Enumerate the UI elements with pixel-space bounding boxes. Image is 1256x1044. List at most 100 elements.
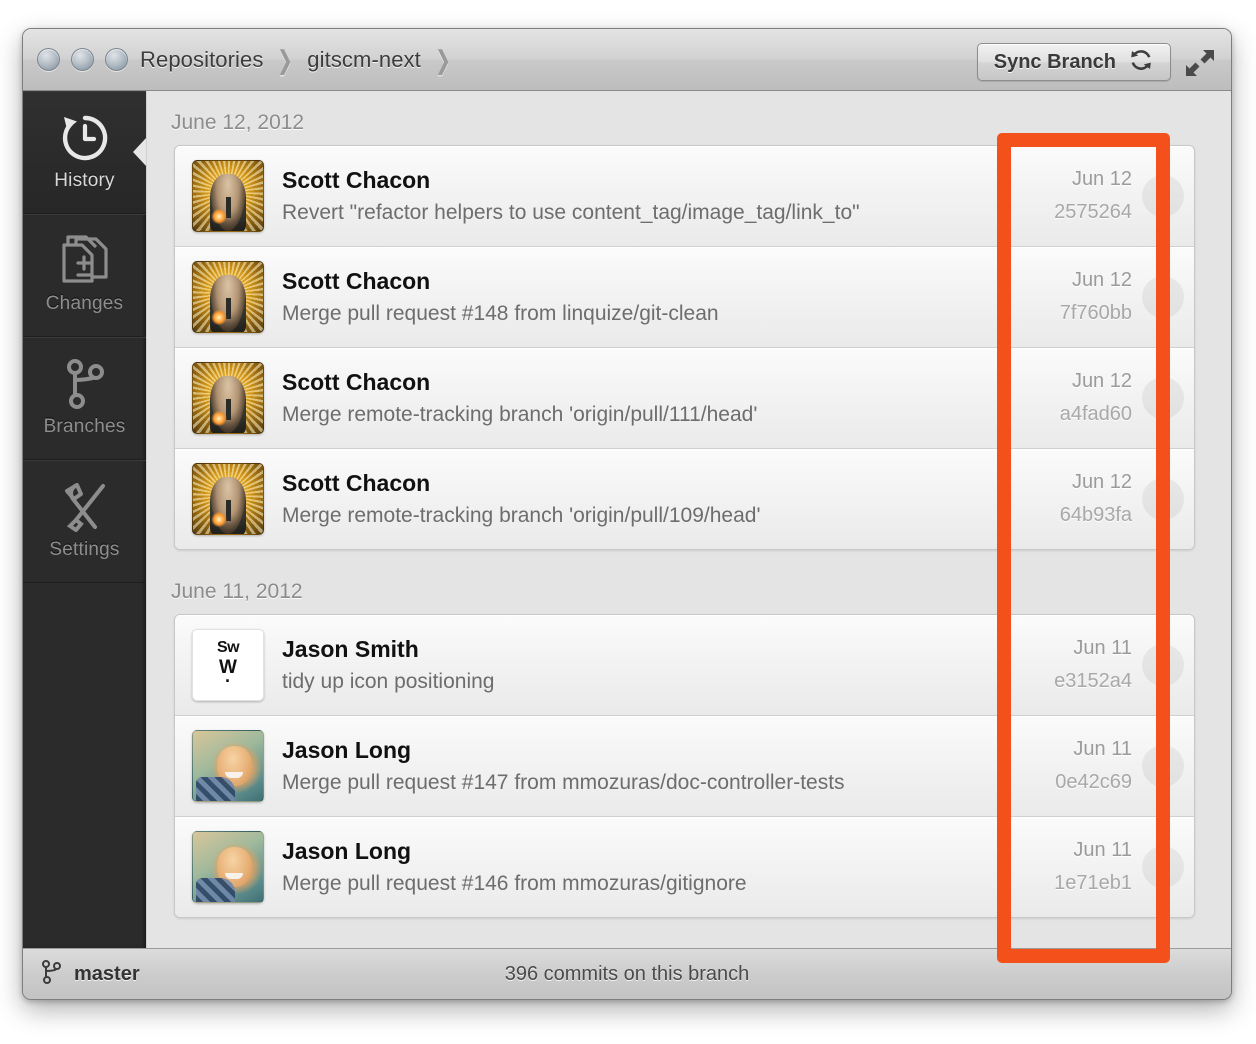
sidebar-item-settings-label: Settings	[49, 538, 120, 560]
commit-action-badge[interactable]	[1142, 644, 1184, 686]
commit-row[interactable]: Scott Chacon Revert "refactor helpers to…	[175, 146, 1194, 247]
sidebar-item-history[interactable]: History	[23, 91, 147, 214]
commit-history-list[interactable]: June 12, 2012 Scott Chacon Revert "refac…	[146, 91, 1231, 948]
commit-meta: Jun 12 7f760bb	[1060, 247, 1132, 347]
sidebar-item-settings[interactable]: Settings	[23, 460, 146, 583]
commit-row[interactable]: Scott Chacon Merge remote-tracking branc…	[175, 348, 1194, 449]
chevron-right-icon-2: ❯	[434, 44, 451, 75]
commit-meta: Jun 11 0e42c69	[1055, 716, 1132, 816]
scott-chacon-avatar	[192, 261, 264, 333]
commit-sha: 1e71eb1	[1054, 872, 1132, 894]
dash-icon	[1157, 762, 1169, 770]
commit-sha: 2575264	[1054, 201, 1132, 223]
scott-chacon-avatar	[192, 463, 264, 535]
commit-meta: Jun 11 e3152a4	[1054, 615, 1132, 715]
history-clock-icon	[58, 113, 112, 163]
jason-long-avatar	[192, 831, 264, 903]
avatar-initials-line1: Sw	[216, 639, 240, 656]
commit-text: Scott Chacon Merge remote-tracking branc…	[282, 369, 1194, 427]
commit-action-badge[interactable]	[1142, 745, 1184, 787]
file-plus-minus-icon	[60, 234, 110, 286]
commit-author: Scott Chacon	[282, 268, 431, 294]
commit-text: Scott Chacon Merge pull request #148 fro…	[282, 268, 1194, 326]
commit-action-badge[interactable]	[1142, 478, 1184, 520]
dash-icon	[1157, 293, 1169, 301]
commit-row[interactable]: Jason Long Merge pull request #147 from …	[175, 716, 1194, 817]
commit-author: Scott Chacon	[282, 470, 431, 496]
commit-sha: a4fad60	[1059, 403, 1132, 425]
commit-row[interactable]: Jason Long Merge pull request #146 from …	[175, 817, 1194, 917]
sidebar-item-branches[interactable]: Branches	[23, 337, 146, 460]
title-bar: Repositories ❯ gitscm-next ❯ Sync Branch	[23, 29, 1231, 91]
dash-icon	[1157, 192, 1169, 200]
commit-row[interactable]: Sw W · Jason Smith tidy up icon position…	[175, 615, 1194, 716]
commit-meta: Jun 11 1e71eb1	[1054, 817, 1132, 917]
commit-date: Jun 12	[1071, 168, 1132, 190]
scott-chacon-avatar	[192, 160, 264, 232]
window-body: History Changes Branches Settings June 1…	[23, 91, 1231, 948]
commit-meta: Jun 12 64b93fa	[1060, 449, 1132, 549]
commit-action-badge[interactable]	[1142, 276, 1184, 318]
sync-branch-label: Sync Branch	[993, 50, 1116, 73]
breadcrumb-item-repo[interactable]: gitscm-next	[298, 47, 430, 73]
jason-smith-avatar: Sw W ·	[192, 629, 264, 701]
commit-meta: Jun 12 a4fad60	[1060, 348, 1132, 448]
date-group-header: June 12, 2012	[171, 111, 305, 134]
traffic-lights	[37, 48, 128, 71]
close-button[interactable]	[37, 48, 60, 71]
chevron-right-icon: ❯	[277, 44, 294, 75]
application-window: Repositories ❯ gitscm-next ❯ Sync Branch	[22, 28, 1232, 1000]
zoom-button[interactable]	[105, 48, 128, 71]
commit-sha: 7f760bb	[1059, 302, 1132, 324]
commit-message: Merge remote-tracking branch 'origin/pul…	[282, 403, 758, 426]
dash-icon	[1157, 495, 1169, 503]
breadcrumb-item-repositories[interactable]: Repositories	[131, 47, 272, 73]
scott-chacon-avatar	[192, 362, 264, 434]
commit-date: Jun 12	[1071, 269, 1132, 291]
sync-branch-button[interactable]: Sync Branch	[976, 43, 1171, 81]
commit-message: Merge remote-tracking branch 'origin/pul…	[282, 504, 761, 527]
commit-action-badge[interactable]	[1142, 175, 1184, 217]
branch-fork-icon	[41, 959, 63, 990]
dash-icon	[1157, 661, 1169, 669]
sidebar: History Changes Branches Settings	[23, 91, 147, 948]
commit-date: Jun 11	[1073, 637, 1132, 659]
avatar-initials-line3: ·	[225, 671, 231, 691]
commit-date: Jun 11	[1073, 738, 1132, 760]
branch-fork-icon	[62, 358, 108, 409]
commit-text: Scott Chacon Merge remote-tracking branc…	[282, 470, 1194, 528]
commit-action-badge[interactable]	[1142, 377, 1184, 419]
commit-date: Jun 12	[1071, 471, 1132, 493]
current-branch-name: master	[74, 962, 140, 985]
sidebar-item-changes-label: Changes	[45, 292, 124, 314]
wrench-screwdriver-icon	[59, 482, 111, 532]
minimize-button[interactable]	[71, 48, 94, 71]
commit-sha: 64b93fa	[1059, 504, 1132, 526]
commit-group: Sw W · Jason Smith tidy up icon position…	[174, 614, 1195, 918]
refresh-icon	[1128, 47, 1154, 78]
sidebar-item-branches-label: Branches	[43, 415, 126, 437]
commit-group: Scott Chacon Revert "refactor helpers to…	[174, 145, 1195, 550]
commit-date: Jun 11	[1073, 839, 1132, 861]
commit-row[interactable]: Scott Chacon Merge pull request #148 fro…	[175, 247, 1194, 348]
commit-row[interactable]: Scott Chacon Merge remote-tracking branc…	[175, 449, 1194, 549]
fullscreen-button[interactable]	[1185, 49, 1215, 77]
breadcrumb: Repositories ❯ gitscm-next ❯	[131, 29, 454, 91]
jason-long-avatar	[192, 730, 264, 802]
screenshot-root: Repositories ❯ gitscm-next ❯ Sync Branch	[0, 0, 1256, 1044]
date-group-header: June 11, 2012	[171, 580, 303, 603]
commit-author: Scott Chacon	[282, 369, 431, 395]
commit-message: Merge pull request #148 from linquize/gi…	[282, 302, 719, 325]
commit-sha: e3152a4	[1054, 670, 1132, 692]
sidebar-item-history-label: History	[54, 169, 115, 191]
commit-sha: 0e42c69	[1055, 771, 1132, 793]
commit-action-badge[interactable]	[1142, 846, 1184, 888]
fullscreen-arrows-icon	[1185, 50, 1215, 81]
sidebar-item-changes[interactable]: Changes	[23, 214, 146, 337]
dash-icon	[1157, 394, 1169, 402]
current-branch-indicator[interactable]: master	[41, 959, 140, 990]
commit-meta: Jun 12 2575264	[1054, 146, 1132, 246]
commit-date: Jun 12	[1071, 370, 1132, 392]
commit-count-label: 396 commits on this branch	[504, 962, 750, 985]
dash-icon	[1157, 863, 1169, 871]
